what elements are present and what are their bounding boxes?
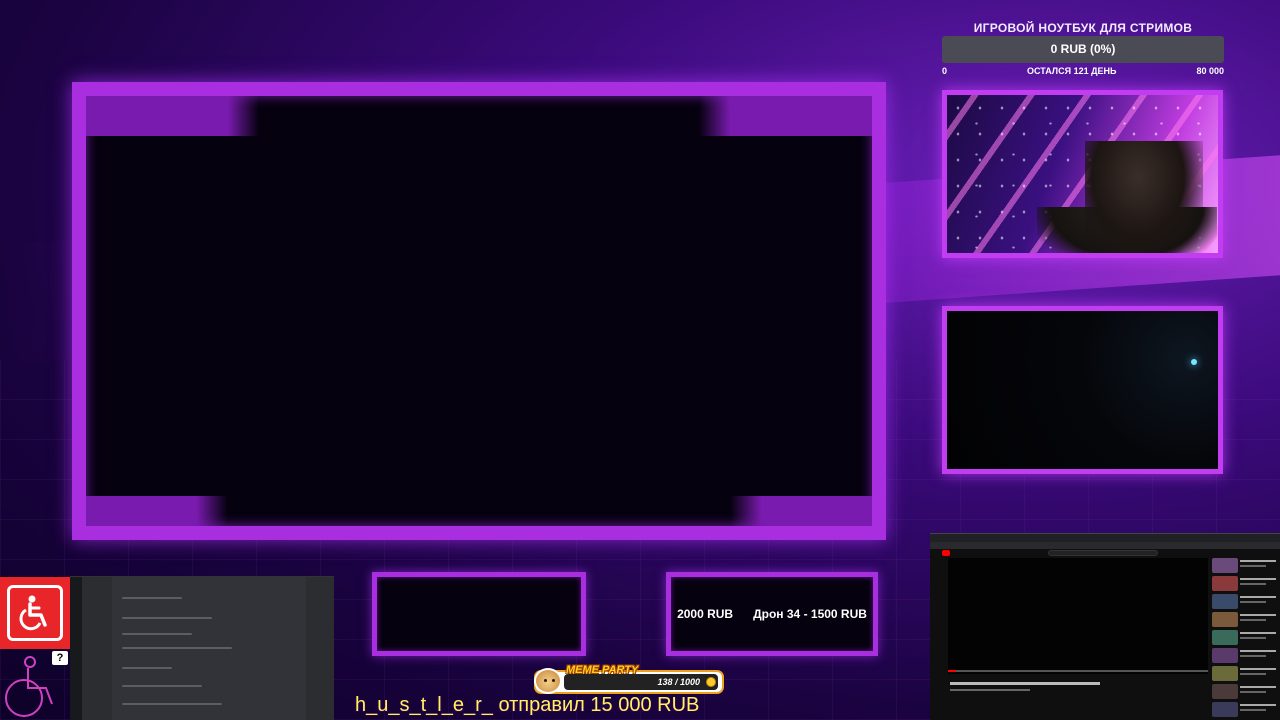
camera-light-glint bbox=[1191, 359, 1197, 365]
list-item bbox=[1212, 630, 1280, 646]
list-item bbox=[1212, 666, 1280, 682]
youtube-recommendations bbox=[1212, 558, 1280, 720]
discord-channel-list bbox=[82, 577, 112, 720]
youtube-screen-capture bbox=[930, 533, 1280, 720]
list-item bbox=[1212, 648, 1280, 664]
accessibility-badge bbox=[0, 577, 70, 649]
browser-tab-bar bbox=[930, 534, 1280, 542]
youtube-sidebar bbox=[930, 558, 944, 720]
coin-icon bbox=[706, 677, 716, 687]
meme-party-logo: MEME PARTY bbox=[566, 664, 639, 676]
list-item bbox=[1212, 612, 1280, 628]
goal-progress-bar: 0 RUB (0%) bbox=[942, 36, 1224, 63]
youtube-video-meta bbox=[950, 689, 1030, 691]
donation-alert-text: h_u_s_t_l_e_r_ отправил 15 000 RUB bbox=[355, 694, 700, 716]
list-item bbox=[1212, 702, 1280, 718]
empty-widget-frame bbox=[372, 572, 586, 656]
goal-target: 80 000 bbox=[1196, 66, 1224, 76]
youtube-player-controls bbox=[948, 673, 1208, 679]
list-item bbox=[1212, 684, 1280, 700]
webcam-frame bbox=[942, 90, 1223, 258]
youtube-search-box bbox=[1048, 550, 1158, 556]
youtube-logo-icon bbox=[942, 550, 950, 556]
goal-title: ИГРОВОЙ НОУТБУК ДЛЯ СТРИМОВ bbox=[973, 21, 1193, 35]
goal-remaining: ОСТАЛСЯ 121 ДЕНЬ bbox=[1026, 66, 1117, 76]
list-item bbox=[1212, 576, 1280, 592]
game-capture-frame bbox=[72, 82, 886, 540]
discord-member-list bbox=[306, 577, 334, 720]
list-item bbox=[1212, 558, 1280, 574]
goal-info-row: 0 ОСТАЛСЯ 121 ДЕНЬ 80 000 bbox=[942, 66, 1224, 76]
wheelchair-icon bbox=[7, 585, 63, 641]
secondary-camera-frame bbox=[942, 306, 1223, 474]
donation-ticker-frame: 2000 RUB Дрон 34 - 1500 RUB bbox=[666, 572, 878, 656]
youtube-video-title bbox=[950, 682, 1100, 685]
donation-ticker-text: 2000 RUB Дрон 34 - 1500 RUB bbox=[677, 607, 867, 621]
list-item bbox=[1212, 594, 1280, 610]
donation-goal-widget: ИГРОВОЙ НОУТБУК ДЛЯ СТРИМОВ 0 RUB (0%) 0… bbox=[942, 20, 1224, 76]
browser-address-bar bbox=[930, 542, 1280, 549]
doge-avatar bbox=[534, 668, 562, 694]
discord-server-list bbox=[70, 577, 82, 720]
goal-start: 0 bbox=[942, 66, 948, 76]
question-icon: ? bbox=[52, 651, 68, 665]
meme-party-widget: 138 / 1000 MEME PARTY bbox=[530, 664, 724, 694]
youtube-progress-bar bbox=[948, 670, 1208, 672]
streamer-head bbox=[1085, 141, 1203, 253]
youtube-video-player bbox=[948, 558, 1208, 674]
discord-chat-area bbox=[112, 577, 306, 720]
discord-screen-capture bbox=[70, 576, 334, 720]
